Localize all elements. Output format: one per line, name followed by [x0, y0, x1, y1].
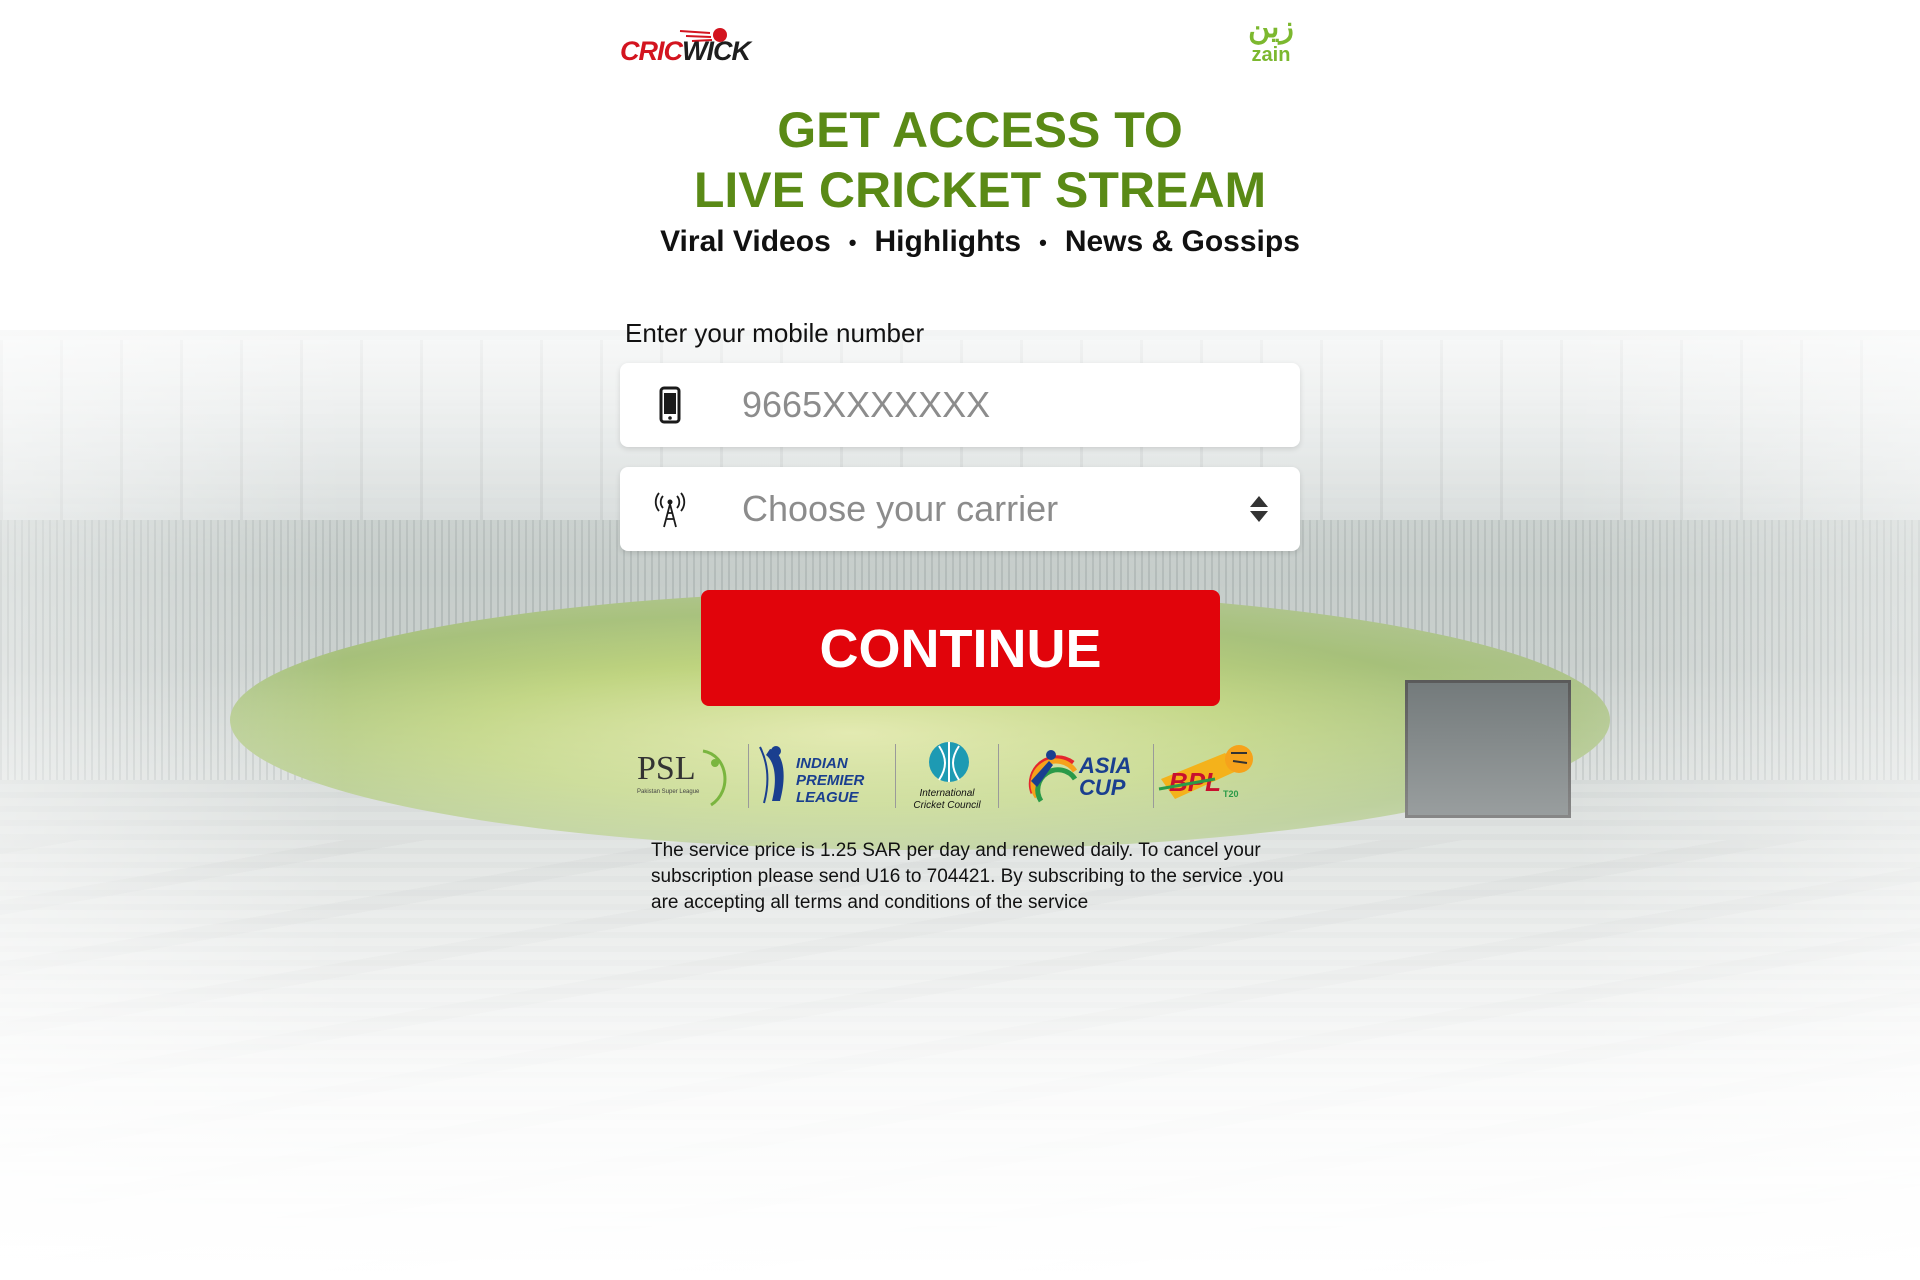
psl-logo-graphic: PSL Pakistan Super League [637, 749, 727, 807]
antenna-tower-icon [654, 492, 686, 528]
bpl-logo: BPL T20 [1154, 738, 1264, 814]
icc-logo-line2: Cricket Council [913, 800, 981, 811]
zain-logo-arabic: زين [1248, 11, 1294, 44]
psl-logo-abbr: PSL [637, 750, 696, 787]
asia-cup-logo-line2: CUP [1079, 775, 1126, 800]
feature-list: Viral Videos • Highlights • News & Gossips [600, 225, 1360, 259]
carrier-select[interactable]: Choose your carrier [620, 467, 1300, 551]
mobile-number-input[interactable] [742, 363, 1262, 447]
feature-separator: • [848, 230, 857, 256]
ipl-logo-graphic: INDIAN PREMIER LEAGUE [759, 746, 865, 806]
zain-logo: زين zain [1240, 12, 1302, 72]
sort-updown-icon [1250, 496, 1268, 522]
icc-logo-line1: International [919, 788, 975, 799]
bpl-logo-graphic: BPL T20 [1158, 745, 1253, 799]
cricwick-logo: CRICWICK [620, 24, 765, 70]
icc-logo: International Cricket Council [896, 738, 998, 814]
mobile-number-label: Enter your mobile number [625, 318, 925, 348]
asia-cup-logo-graphic: ASIA CUP [1028, 750, 1132, 803]
ipl-logo: INDIAN PREMIER LEAGUE [749, 738, 895, 814]
feature-news-gossips: News & Gossips [1064, 225, 1300, 258]
bpl-logo-sub: T20 [1223, 789, 1239, 799]
carrier-select-placeholder: Choose your carrier [742, 488, 1059, 529]
cricwick-wordmark-red: CRIC [620, 36, 683, 66]
headline-line-2: LIVE CRICKET STREAM [693, 162, 1267, 218]
cricwick-wordmark: CRICWICK [620, 36, 751, 67]
icc-logo-graphic: International Cricket Council [913, 742, 981, 811]
psl-logo: PSL Pakistan Super League [630, 738, 748, 814]
league-logos-strip: PSL Pakistan Super League INDIAN PREMIER… [630, 738, 1290, 814]
mobile-phone-icon [659, 386, 681, 424]
mobile-number-field[interactable] [620, 363, 1300, 447]
ipl-logo-line2: PREMIER [796, 772, 865, 789]
feature-highlights: Highlights [874, 225, 1022, 258]
headline-line-1: GET ACCESS TO [777, 102, 1183, 158]
asia-cup-logo: ASIA CUP [999, 738, 1153, 814]
continue-button[interactable]: CONTINUE [701, 590, 1220, 706]
feature-viral-videos: Viral Videos [660, 225, 831, 258]
feature-separator: • [1039, 230, 1047, 256]
cricwick-wordmark-dark: WICK [682, 36, 751, 66]
service-disclaimer: The service price is 1.25 SAR per day an… [651, 840, 1284, 913]
psl-logo-name: Pakistan Super League [637, 789, 700, 795]
zain-logo-latin: zain [1251, 44, 1291, 66]
ipl-logo-line1: INDIAN [796, 755, 849, 772]
ipl-logo-line3: LEAGUE [796, 789, 860, 806]
